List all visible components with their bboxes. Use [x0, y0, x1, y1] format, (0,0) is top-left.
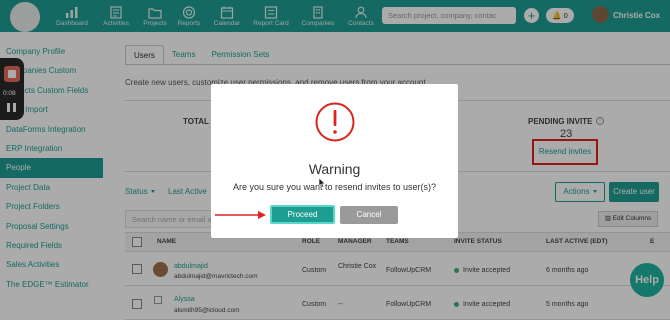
mouse-cursor-icon: [319, 178, 326, 188]
annotation-arrow-icon: [215, 211, 266, 219]
exclamation-circle-icon: [315, 102, 355, 142]
dialog-message: Are you sure you want to resend invites …: [232, 182, 437, 192]
dialog-title: Warning: [308, 161, 361, 177]
cancel-button[interactable]: Cancel: [340, 206, 398, 224]
proceed-button[interactable]: Proceed: [270, 205, 335, 224]
